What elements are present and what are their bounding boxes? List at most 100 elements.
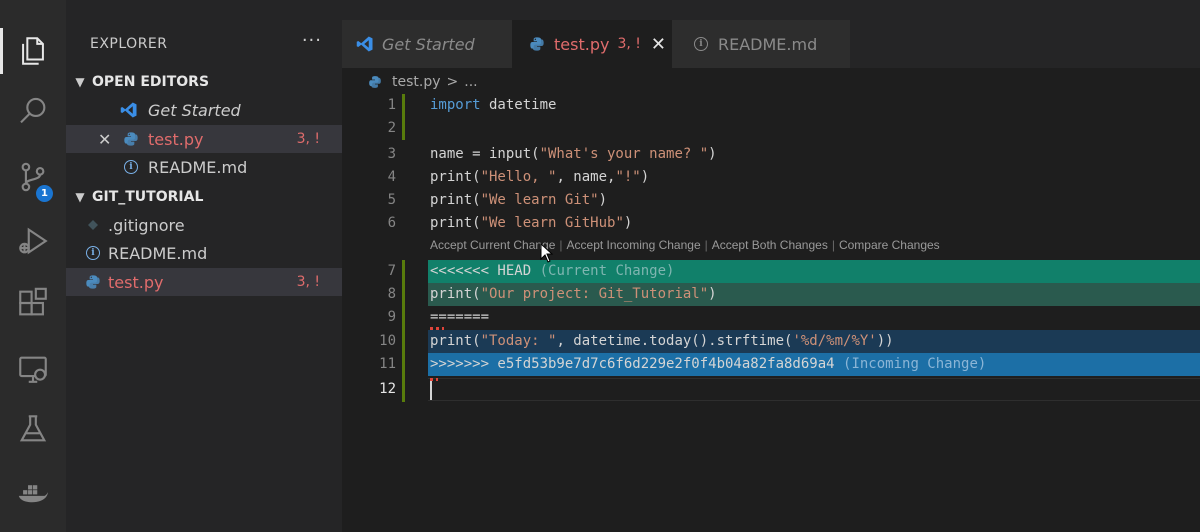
breadcrumb-symbols[interactable]: ... bbox=[464, 74, 477, 90]
chevron-down-icon: ▼ bbox=[75, 190, 85, 204]
accept-both-changes-link[interactable]: Accept Both Changes bbox=[712, 238, 828, 252]
error-squiggle bbox=[430, 378, 438, 381]
explorer-header: EXPLORER ··· bbox=[66, 0, 342, 52]
file-label: .gitignore bbox=[108, 215, 185, 235]
git-tutorial-section[interactable]: ▼ GIT_TUTORIAL bbox=[66, 183, 342, 211]
tab-label: README.md bbox=[718, 34, 818, 54]
python-file-icon bbox=[368, 73, 386, 91]
chevron-down-icon: ▼ bbox=[75, 75, 85, 89]
info-icon: i bbox=[84, 244, 102, 262]
code-text: print("Our project: Git_Tutorial") bbox=[430, 286, 717, 302]
python-file-icon bbox=[528, 35, 546, 53]
run-debug-icon[interactable] bbox=[0, 216, 66, 266]
code-line: 5 print("We learn Git") bbox=[342, 189, 1200, 212]
code-text: print("We learn GitHub") bbox=[430, 215, 633, 231]
code-line: 4 print("Hello, ", name,"!") bbox=[342, 166, 1200, 189]
file-readme[interactable]: i README.md bbox=[66, 239, 342, 267]
vscode-logo-icon bbox=[120, 101, 138, 119]
gitignore-file-icon bbox=[84, 216, 102, 234]
open-editor-label: Get Started bbox=[148, 100, 241, 120]
line-number: 10 bbox=[379, 333, 396, 349]
line-number: 2 bbox=[387, 120, 396, 136]
code-text: print("Today: ", datetime.today().strfti… bbox=[430, 333, 894, 349]
line-number: 6 bbox=[387, 215, 396, 231]
info-icon: i bbox=[122, 158, 140, 176]
problems-status: 3, ! bbox=[296, 131, 320, 147]
breadcrumb-separator: > bbox=[446, 74, 459, 90]
line-number: 1 bbox=[387, 97, 396, 113]
info-icon: i bbox=[692, 35, 710, 53]
line-number: 7 bbox=[387, 263, 396, 279]
breadcrumb-file[interactable]: test.py bbox=[392, 74, 441, 90]
conflict-separator: ======= bbox=[430, 309, 490, 325]
close-icon[interactable]: ✕ bbox=[651, 34, 666, 55]
code-line: 8 print("Our project: Git_Tutorial") bbox=[342, 283, 1200, 306]
activity-bar: 1 bbox=[0, 0, 66, 532]
tab-label: Get Started bbox=[382, 34, 475, 54]
python-file-icon bbox=[84, 273, 102, 291]
line-number: 4 bbox=[387, 169, 396, 185]
open-editor-label: test.py bbox=[148, 129, 204, 149]
code-line: 12 bbox=[342, 378, 1200, 401]
conflict-marker-current: <<<<<<< HEAD (Current Change) bbox=[430, 263, 675, 279]
file-test-py[interactable]: test.py 3, ! bbox=[66, 268, 342, 296]
file-gitignore[interactable]: .gitignore bbox=[66, 211, 342, 239]
breadcrumb: test.py > ... bbox=[368, 72, 478, 92]
docker-icon[interactable] bbox=[0, 468, 66, 518]
files-icon[interactable] bbox=[0, 26, 66, 76]
tab-label: test.py bbox=[554, 34, 610, 54]
vscode-logo-icon bbox=[356, 35, 374, 53]
source-control-badge: 1 bbox=[36, 185, 53, 202]
code-text: print("Hello, ", name,"!") bbox=[430, 169, 650, 185]
testing-flask-icon[interactable] bbox=[0, 404, 66, 454]
tab-readme[interactable]: i README.md bbox=[672, 20, 850, 68]
code-text: import datetime bbox=[430, 97, 557, 113]
line-number: 9 bbox=[387, 309, 396, 325]
code-line: 10 print("Today: ", datetime.today().str… bbox=[342, 330, 1200, 353]
problems-status: 3, ! bbox=[296, 274, 320, 290]
mouse-pointer-icon bbox=[540, 243, 554, 263]
more-actions-icon[interactable]: ··· bbox=[302, 30, 322, 51]
line-number: 5 bbox=[387, 192, 396, 208]
search-icon[interactable] bbox=[0, 86, 66, 136]
code-line: 6 print("We learn GitHub") bbox=[342, 212, 1200, 235]
code-line: 9 ======= bbox=[342, 306, 1200, 329]
current-line-highlight bbox=[428, 378, 1200, 401]
open-editor-readme[interactable]: i README.md bbox=[66, 153, 342, 181]
file-label: README.md bbox=[108, 243, 208, 263]
code-text: print("We learn Git") bbox=[430, 192, 608, 208]
tab-problems-status: 3, ! bbox=[617, 36, 641, 52]
open-editor-test-py[interactable]: ✕ test.py 3, ! bbox=[66, 125, 342, 153]
source-control-icon[interactable]: 1 bbox=[0, 152, 66, 202]
line-number: 11 bbox=[379, 356, 396, 372]
python-file-icon bbox=[122, 130, 140, 148]
file-label: test.py bbox=[108, 272, 164, 292]
merge-conflict-codelens: Accept Current Change | Accept Incoming Ch… bbox=[430, 238, 940, 252]
accept-current-change-link[interactable]: Accept Current Change bbox=[430, 238, 555, 252]
remote-explorer-icon[interactable] bbox=[0, 344, 66, 394]
accept-incoming-change-link[interactable]: Accept Incoming Change bbox=[567, 238, 701, 252]
code-line: 2 bbox=[342, 117, 1200, 140]
tab-get-started[interactable]: Get Started bbox=[342, 20, 512, 68]
line-number: 8 bbox=[387, 286, 396, 302]
editor-tab-bar: Get Started test.py 3, ! ✕ i README.md bbox=[342, 0, 1200, 68]
tab-test-py[interactable]: test.py 3, ! ✕ bbox=[512, 20, 672, 68]
code-line: 1 import datetime bbox=[342, 94, 1200, 117]
compare-changes-link[interactable]: Compare Changes bbox=[839, 238, 940, 252]
open-editors-section[interactable]: ▼ OPEN EDITORS bbox=[66, 68, 342, 96]
line-number: 3 bbox=[387, 146, 396, 162]
code-line: 3 name = input("What's your name? ") bbox=[342, 143, 1200, 166]
open-editor-get-started[interactable]: Get Started bbox=[66, 96, 342, 124]
line-number: 12 bbox=[379, 381, 396, 397]
code-line: 7 <<<<<<< HEAD (Current Change) bbox=[342, 260, 1200, 283]
close-icon[interactable]: ✕ bbox=[98, 130, 111, 149]
open-editors-label: OPEN EDITORS bbox=[92, 74, 210, 90]
explorer-title: EXPLORER bbox=[90, 36, 168, 52]
open-editor-label: README.md bbox=[148, 157, 248, 177]
conflict-marker-incoming: >>>>>>> e5fd53b9e7d7c6f6d229e2f0f4b04a82… bbox=[430, 356, 987, 372]
code-editor[interactable]: 1 import datetime 2 3 name = input("What… bbox=[342, 94, 1200, 532]
text-cursor bbox=[430, 379, 432, 400]
extensions-icon[interactable] bbox=[0, 278, 66, 328]
explorer-sidebar: EXPLORER ··· ▼ OPEN EDITORS Get Started … bbox=[66, 0, 342, 532]
folder-label: GIT_TUTORIAL bbox=[92, 189, 204, 205]
